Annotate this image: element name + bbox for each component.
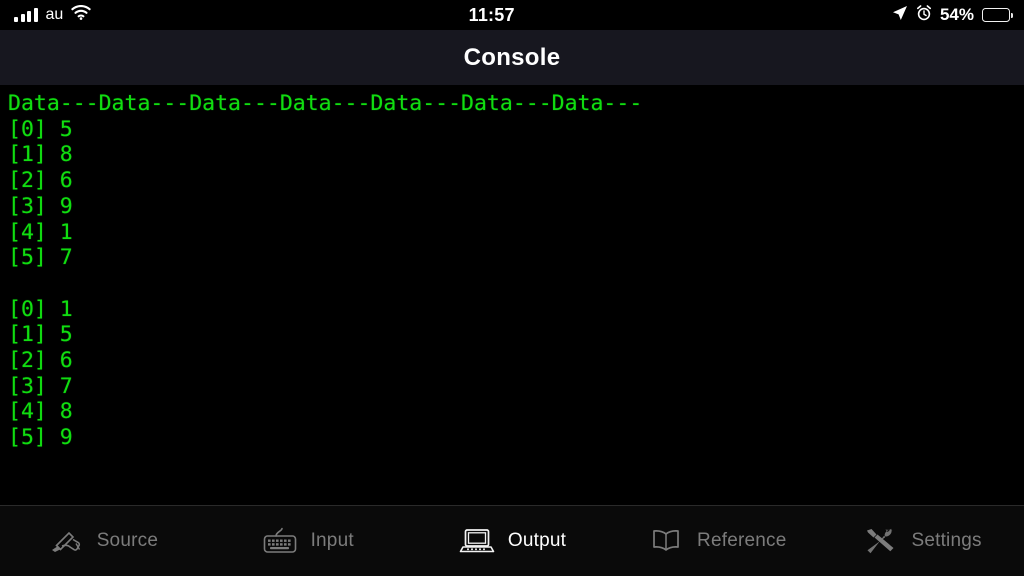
tab-label-reference: Reference <box>697 530 787 551</box>
open-book-icon <box>647 524 685 558</box>
hammer-wrench-icon <box>861 524 899 558</box>
tab-settings[interactable]: Settings <box>819 506 1024 576</box>
console-output-area[interactable]: Data---Data---Data---Data---Data---Data-… <box>0 85 1024 505</box>
tab-label-source: Source <box>96 530 159 551</box>
writing-hand-icon <box>47 524 85 558</box>
status-bar-left: au <box>14 5 91 25</box>
location-arrow-icon <box>892 5 908 26</box>
battery-icon <box>982 8 1013 22</box>
tab-source[interactable]: Source <box>0 506 205 576</box>
tab-output[interactable]: Output <box>410 506 615 576</box>
page-title: Console <box>463 43 561 71</box>
signal-bars-icon <box>14 8 38 22</box>
battery-percent-label: 54% <box>939 5 974 24</box>
alarm-clock-icon <box>916 4 932 26</box>
phone-screen: au 11:57 54% Console Data---Data---Data-… <box>0 0 1024 576</box>
wifi-icon <box>71 5 91 25</box>
laptop-computer-icon <box>458 524 496 558</box>
tab-reference[interactable]: Reference <box>614 506 819 576</box>
tab-label-output: Output <box>507 530 567 551</box>
keyboard-icon <box>261 524 299 558</box>
status-bar-right: 54% <box>892 4 1013 26</box>
tab-bar: Source Input Output Reference Settings <box>0 505 1024 576</box>
carrier-label: au <box>45 6 64 23</box>
navigation-bar: Console <box>0 30 1024 85</box>
console-text: Data---Data---Data---Data---Data---Data-… <box>8 91 643 451</box>
status-bar: au 11:57 54% <box>0 0 1024 30</box>
tab-label-input: Input <box>310 530 354 551</box>
tab-label-settings: Settings <box>911 530 982 551</box>
status-bar-clock: 11:57 <box>468 4 515 25</box>
tab-input[interactable]: Input <box>205 506 410 576</box>
